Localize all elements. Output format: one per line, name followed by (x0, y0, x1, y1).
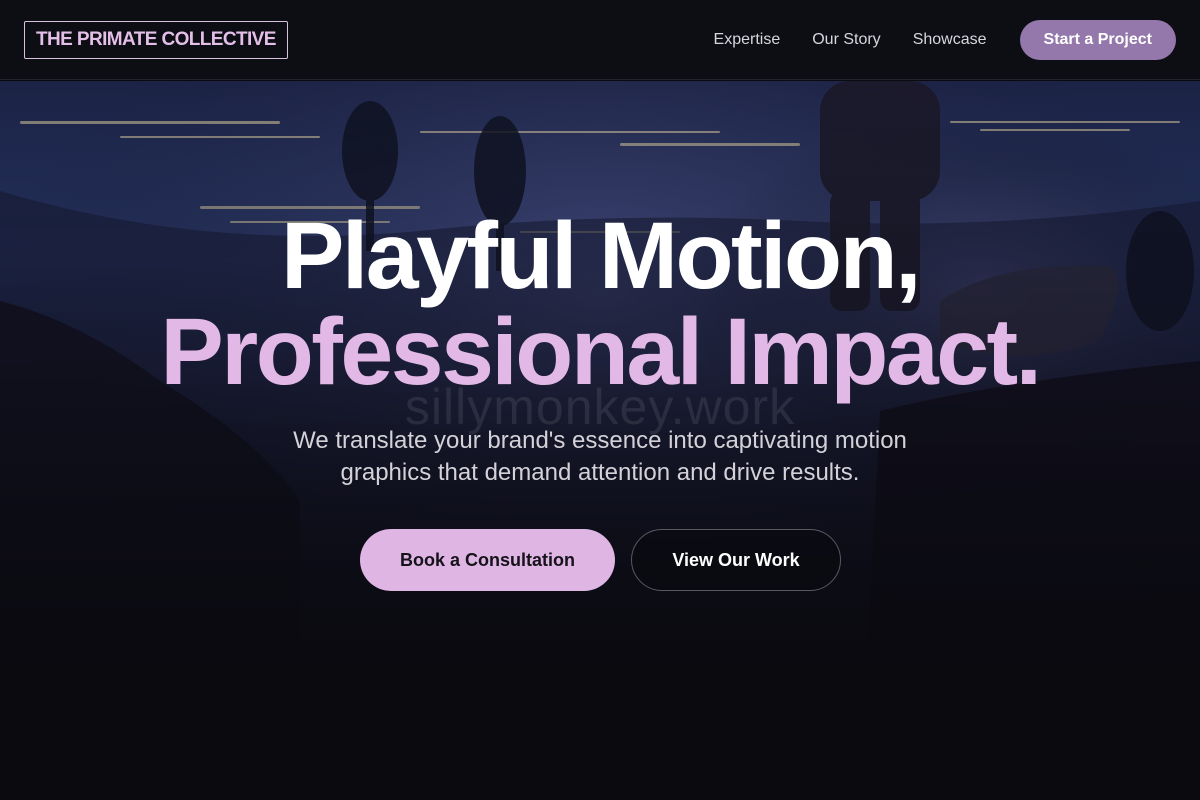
hero-section: Playful Motion, sillymonkey.work Profess… (0, 0, 1200, 800)
nav-link-our-story[interactable]: Our Story (812, 31, 880, 49)
nav-link-expertise[interactable]: Expertise (714, 31, 781, 49)
view-our-work-button[interactable]: View Our Work (631, 529, 841, 591)
nav-link-showcase[interactable]: Showcase (913, 31, 987, 49)
hero-subtitle: We translate your brand's essence into c… (293, 427, 907, 486)
start-project-button[interactable]: Start a Project (1019, 19, 1176, 60)
main-nav: Expertise Our Story Showcase Start a Pro… (714, 19, 1176, 60)
book-consultation-button[interactable]: Book a Consultation (360, 529, 615, 591)
hero-headline-line-2: Professional Impact. (160, 299, 1042, 405)
site-header: THE PRIMATE COLLECTIVE Expertise Our Sto… (0, 0, 1200, 80)
hero-headline-line-1: Playful Motion, (280, 203, 922, 309)
logo[interactable]: THE PRIMATE COLLECTIVE (24, 20, 288, 59)
